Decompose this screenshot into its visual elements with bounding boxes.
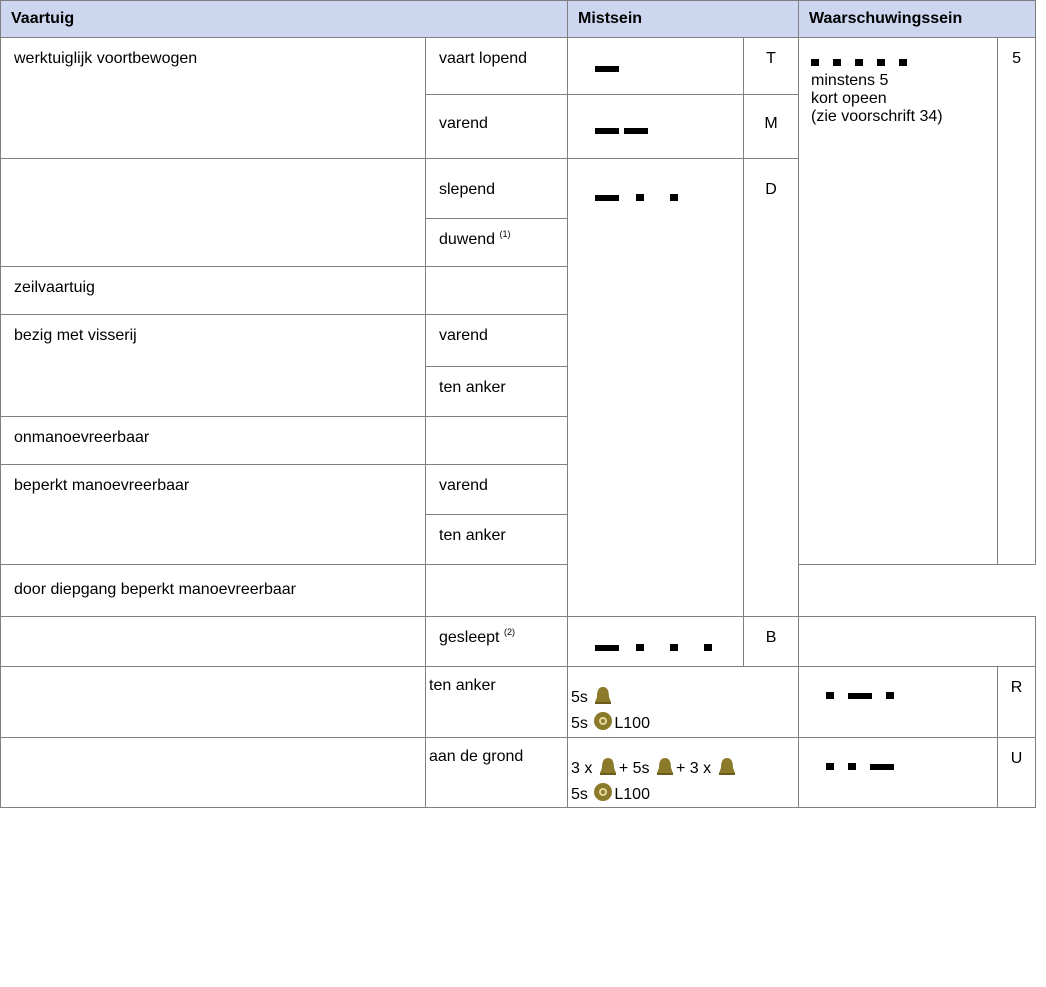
header-warning-signal: Waarschuwingssein (798, 0, 1037, 38)
gong-icon (594, 783, 613, 801)
gong-icon (594, 712, 613, 730)
state-aground: aan de grond (424, 737, 569, 808)
warning-text-1: minstens 5 (811, 72, 889, 89)
signal-anchored: 5s 5s L100 (567, 666, 800, 738)
state-underway-moving: vaart lopend (424, 37, 569, 95)
letter-d: D (743, 158, 800, 617)
vessel-empty-4 (0, 737, 426, 808)
anchored-line-1: 5s (571, 685, 798, 707)
state-fishing-anchored: ten anker (424, 366, 569, 417)
fog-signal-table: Vaartuig Mistsein Waarschuwingssein werk… (0, 0, 1037, 808)
state-pushing: duwend (1) (424, 218, 569, 267)
anchored-line-2: 5s L100 (571, 711, 798, 733)
signal-long-short-short-short (567, 616, 745, 667)
vessel-constrained-by-draught: door diepgang beperkt manoevreerbaar (0, 564, 426, 617)
signal-long-long (567, 94, 745, 159)
aground-3x-1: 3 x (571, 760, 593, 777)
warning-empty (798, 616, 1037, 667)
aground-5s: + 5s (618, 760, 650, 777)
signal-short-short-long (798, 737, 999, 808)
footnote-2: (2) (503, 627, 515, 637)
header-fog-signal: Mistsein (567, 0, 800, 38)
vessel-mechanical: werktuiglijk voortbewogen (0, 37, 426, 159)
vessel-not-under-command: onmanoevreerbaar (0, 416, 426, 465)
bell-icon (599, 758, 616, 775)
warning-number: 5 (997, 37, 1037, 565)
state-empty-2 (424, 416, 569, 465)
vessel-empty-1 (0, 158, 426, 267)
aground-line-2: 5s L100 (571, 782, 798, 804)
state-restricted-underway: varend (424, 464, 569, 515)
state-empty-1 (424, 266, 569, 315)
aground-l100: L100 (614, 786, 650, 803)
letter-t: T (743, 37, 800, 95)
vessel-empty-3 (0, 666, 426, 738)
letter-u: U (997, 737, 1037, 808)
state-restricted-anchored: ten anker (424, 514, 569, 565)
state-towed: gesleept (2) (424, 616, 569, 667)
vessel-sailing: zeilvaartuig (0, 266, 426, 315)
footnote-1: (1) (499, 229, 511, 239)
state-pushing-label: duwend (439, 231, 496, 248)
aground-line-1: 3 x + 5s + 3 x (571, 756, 798, 778)
vessel-empty-2 (0, 616, 426, 667)
state-underway: varend (424, 94, 569, 159)
warning-dots (811, 54, 997, 72)
bell-icon (656, 758, 673, 775)
signal-long-short-short (567, 158, 745, 617)
header-vessel: Vaartuig (0, 0, 569, 38)
letter-b: B (743, 616, 800, 667)
vessel-fishing: bezig met visserij (0, 314, 426, 417)
vessel-restricted: beperkt manoevreerbaar (0, 464, 426, 565)
anchored-5s-1: 5s (571, 689, 588, 706)
signal-long (567, 37, 745, 95)
state-fishing-underway: varend (424, 314, 569, 367)
warning-signal: minstens 5 kort opeen (zie voorschrift 3… (798, 37, 999, 565)
aground-5s-2: 5s (571, 786, 588, 803)
letter-r: R (997, 666, 1037, 738)
state-anchored: ten anker (424, 666, 569, 738)
anchored-l100: L100 (614, 715, 650, 732)
bell-icon (595, 687, 612, 704)
signal-aground: 3 x + 5s + 3 x 5s L100 (567, 737, 800, 808)
state-towed-label: gesleept (439, 629, 500, 646)
aground-3x-2: + 3 x (675, 760, 712, 777)
warning-text-2: kort opeen (811, 90, 887, 107)
state-empty-3 (424, 564, 569, 617)
letter-m: M (743, 94, 800, 159)
warning-text-3: (zie voorschrift 34) (811, 108, 943, 125)
anchored-5s-2: 5s (571, 715, 588, 732)
signal-short-long-short (798, 666, 999, 738)
state-towing: slepend (424, 158, 569, 219)
bell-icon (718, 758, 735, 775)
